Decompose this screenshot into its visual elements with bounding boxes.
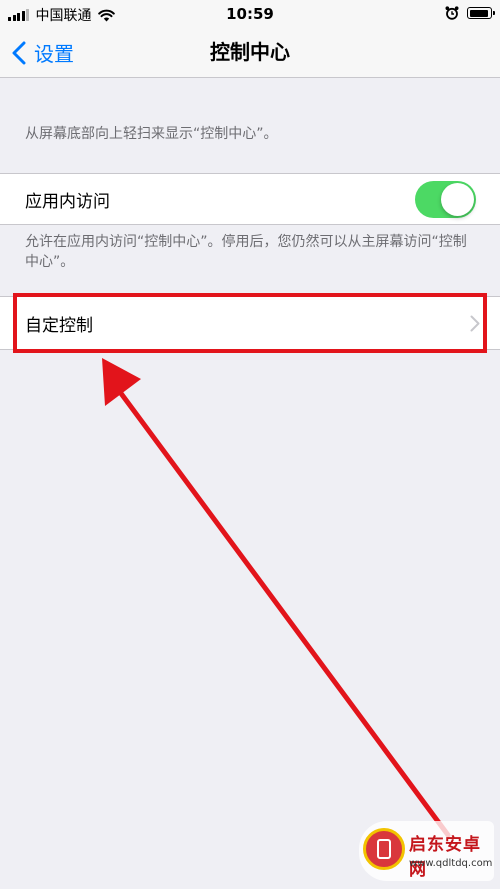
chevron-right-icon (470, 315, 480, 332)
watermark-logo-icon (363, 828, 405, 870)
status-time: 10:59 (226, 5, 274, 23)
in-app-access-footer: 允许在应用内访问“控制中心”。停用后，您仍然可以从主屏幕访问“控制中心”。 (25, 234, 467, 270)
status-bar: 中国联通 10:59 (0, 0, 500, 28)
page-title: 控制中心 (210, 40, 290, 64)
status-right (445, 6, 495, 20)
customize-controls-row[interactable]: 自定控制 (0, 296, 500, 350)
alarm-icon (445, 6, 459, 20)
customize-controls-label: 自定控制 (25, 315, 93, 336)
swipe-hint-text: 从屏幕底部向上轻扫来显示“控制中心”。 (25, 126, 278, 142)
watermark-url: www.qdltdq.com (409, 858, 493, 869)
watermark-name: 启东安卓网 (409, 835, 481, 880)
in-app-access-label: 应用内访问 (25, 191, 110, 212)
in-app-access-row: 应用内访问 (0, 173, 500, 225)
watermark: 启东安卓网 www.qdltdq.com (359, 821, 494, 881)
in-app-access-toggle[interactable] (415, 181, 476, 218)
toggle-knob (441, 183, 474, 216)
navigation-bar: 设置 控制中心 (0, 28, 500, 78)
battery-icon (467, 7, 495, 19)
